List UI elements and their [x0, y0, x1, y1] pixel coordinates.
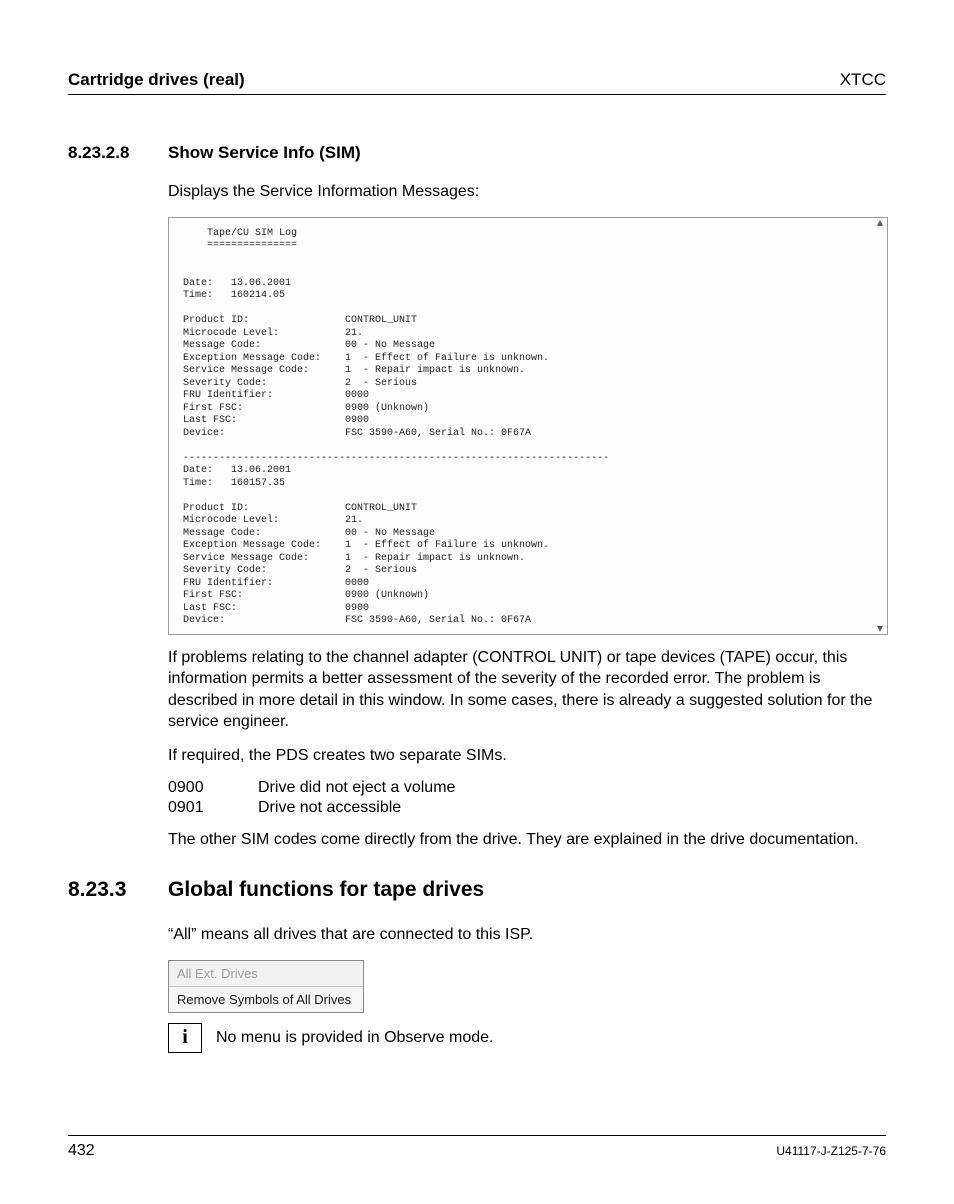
section-title: Show Service Info (SIM) — [168, 143, 361, 163]
section-heading-global: 8.23.3 Global functions for tape drives — [68, 878, 886, 902]
paragraph-3: The other SIM codes come directly from t… — [168, 829, 886, 851]
section-number: 8.23.2.8 — [68, 143, 168, 163]
sim-log-window: ▴ Tape/CU SIM Log =============== Date: … — [168, 217, 888, 635]
info-text: No menu is provided in Observe mode. — [216, 1029, 493, 1047]
header-right: XTCC — [840, 70, 886, 90]
document-id: U41117-J-Z125-7-76 — [776, 1144, 886, 1158]
section-heading-sim: 8.23.2.8 Show Service Info (SIM) — [68, 143, 886, 163]
section-title: Global functions for tape drives — [168, 878, 484, 902]
paragraph-1: If problems relating to the channel adap… — [168, 647, 886, 733]
sim-code-desc: Drive not accessible — [258, 799, 401, 817]
explanation-block: If problems relating to the channel adap… — [168, 647, 886, 851]
info-icon: i — [168, 1023, 202, 1053]
sim-code: 0900 — [168, 779, 258, 797]
scroll-down-icon[interactable]: ▾ — [871, 620, 889, 638]
paragraph-2: If required, the PDS creates two separat… — [168, 745, 886, 767]
page-number: 432 — [68, 1142, 95, 1160]
section2-intro: “All” means all drives that are connecte… — [168, 924, 886, 946]
info-note: i No menu is provided in Observe mode. — [168, 1023, 886, 1053]
page-header: Cartridge drives (real) XTCC — [68, 70, 886, 95]
section-number: 8.23.3 — [68, 878, 168, 902]
menu-item-remove-symbols[interactable]: Remove Symbols of All Drives — [169, 987, 363, 1012]
scroll-up-icon[interactable]: ▴ — [871, 214, 889, 232]
sim-code-desc: Drive did not eject a volume — [258, 779, 455, 797]
intro-text-2: “All” means all drives that are connecte… — [168, 924, 886, 946]
intro-text: Displays the Service Information Message… — [168, 181, 886, 203]
context-menu: All Ext. Drives Remove Symbols of All Dr… — [168, 960, 364, 1013]
sim-code: 0901 — [168, 799, 258, 817]
sim-code-row: 0901 Drive not accessible — [168, 799, 886, 817]
page-footer: 432 U41117-J-Z125-7-76 — [68, 1135, 886, 1160]
sim-log-content: Tape/CU SIM Log =============== Date: 13… — [169, 218, 887, 634]
sim-code-row: 0900 Drive did not eject a volume — [168, 779, 886, 797]
header-left: Cartridge drives (real) — [68, 70, 245, 90]
sim-code-list: 0900 Drive did not eject a volume 0901 D… — [168, 779, 886, 817]
section-intro: Displays the Service Information Message… — [168, 181, 886, 203]
menu-title-disabled: All Ext. Drives — [169, 961, 363, 987]
